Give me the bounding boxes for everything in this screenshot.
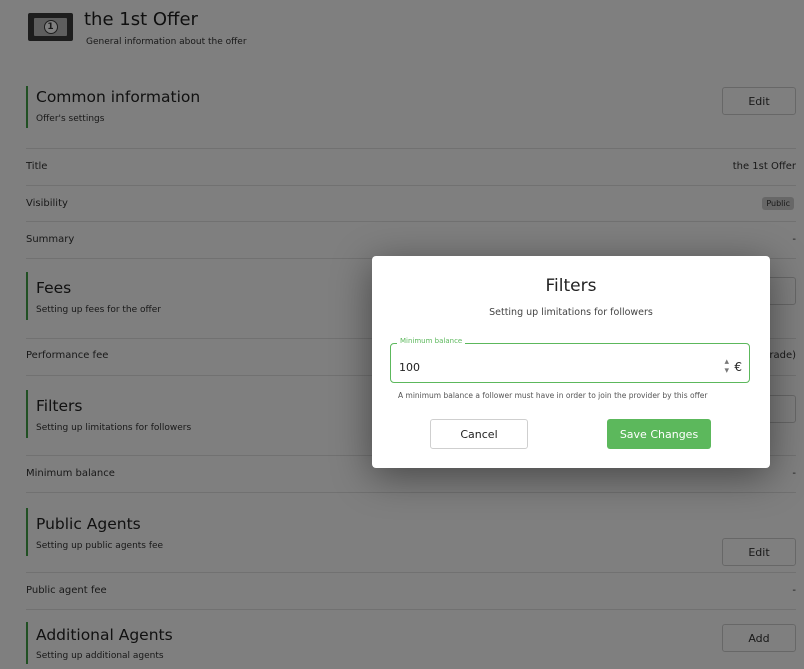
save-changes-button[interactable]: Save Changes bbox=[607, 419, 711, 449]
stepper-icon[interactable]: ▴ ▾ bbox=[724, 358, 729, 376]
cancel-button[interactable]: Cancel bbox=[430, 419, 528, 449]
currency-symbol: € bbox=[734, 360, 742, 374]
modal-title: Filters bbox=[545, 276, 597, 296]
modal-subtitle: Setting up limitations for followers bbox=[489, 307, 653, 318]
minimum-balance-input[interactable]: 100 bbox=[399, 361, 420, 374]
minimum-balance-field[interactable]: Minimum balance 100 ▴ ▾ € bbox=[390, 337, 750, 383]
field-label: Minimum balance bbox=[397, 337, 466, 345]
field-hint: A minimum balance a follower must have i… bbox=[398, 391, 708, 400]
filters-modal: Filters Setting up limitations for follo… bbox=[372, 256, 770, 468]
